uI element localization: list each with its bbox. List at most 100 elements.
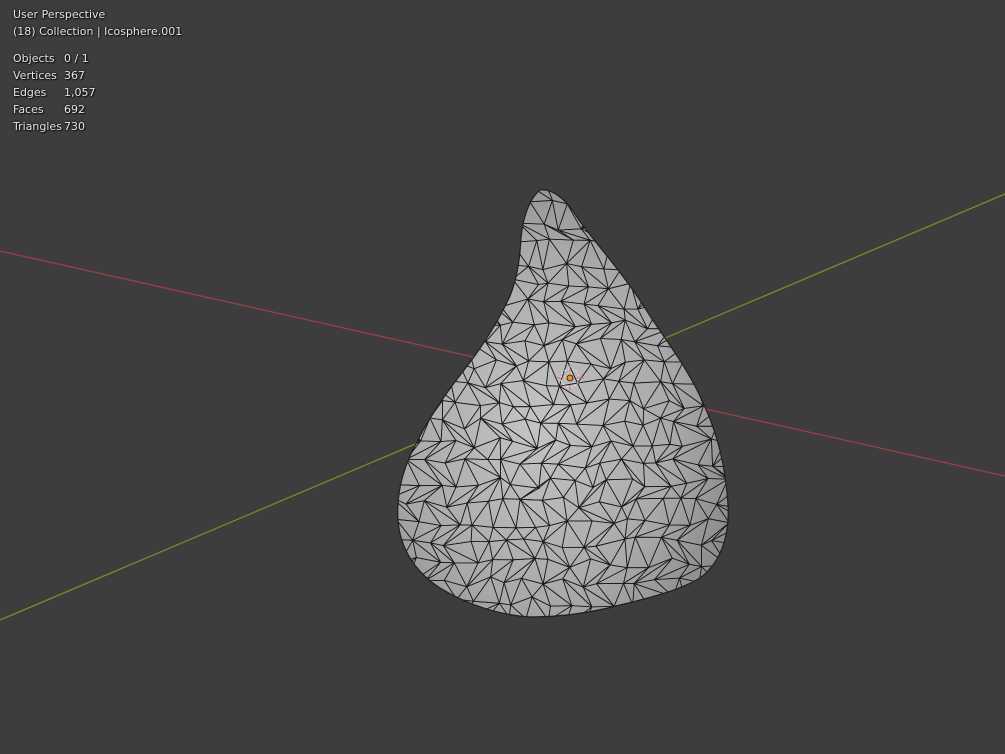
mesh-face bbox=[422, 303, 442, 327]
mesh-face bbox=[707, 596, 721, 617]
mesh-face bbox=[639, 259, 659, 282]
mesh-face bbox=[426, 262, 460, 291]
mesh-face bbox=[690, 261, 703, 286]
mesh-face bbox=[403, 282, 415, 307]
mesh-face bbox=[418, 239, 443, 264]
mesh-face bbox=[397, 238, 420, 267]
mesh-face bbox=[426, 361, 460, 382]
mesh-face bbox=[614, 189, 649, 210]
mesh-face bbox=[679, 200, 710, 228]
mesh-face bbox=[712, 209, 729, 229]
mesh-face bbox=[397, 341, 409, 370]
mesh-face bbox=[697, 242, 722, 265]
mesh-face bbox=[487, 226, 514, 244]
mesh-face bbox=[458, 262, 479, 282]
mesh-face bbox=[692, 189, 724, 209]
mesh-face bbox=[462, 201, 498, 225]
mesh-face bbox=[403, 304, 429, 327]
mesh-face bbox=[601, 223, 617, 245]
mesh-face bbox=[682, 337, 703, 364]
mesh-face bbox=[407, 360, 429, 387]
mesh-face bbox=[688, 242, 705, 265]
mesh-face bbox=[465, 280, 494, 302]
mesh-face bbox=[716, 284, 729, 310]
mesh-face bbox=[397, 578, 423, 607]
mesh-face bbox=[404, 580, 426, 607]
mesh-face bbox=[453, 324, 473, 341]
mesh-face bbox=[465, 300, 502, 327]
mesh-face bbox=[665, 245, 691, 266]
mesh-face bbox=[506, 189, 531, 208]
mesh-face bbox=[401, 385, 425, 408]
mesh-face bbox=[486, 203, 519, 229]
mesh-face bbox=[682, 319, 706, 349]
mesh-face bbox=[643, 189, 659, 211]
mesh-face bbox=[691, 280, 727, 308]
mesh-face bbox=[451, 298, 474, 327]
mesh-face bbox=[495, 189, 518, 207]
mesh-face bbox=[466, 263, 493, 285]
mesh-face bbox=[672, 596, 688, 617]
mesh-face bbox=[701, 348, 724, 368]
mesh-face bbox=[695, 362, 725, 386]
mesh-face bbox=[406, 604, 437, 617]
mesh-face bbox=[657, 259, 684, 285]
mesh-face bbox=[404, 189, 434, 210]
mesh-face bbox=[397, 261, 415, 284]
mesh-face bbox=[661, 596, 674, 617]
mesh-face bbox=[397, 385, 409, 400]
mesh-face bbox=[562, 189, 595, 208]
mesh-face bbox=[472, 226, 492, 245]
mesh-face bbox=[486, 206, 518, 231]
mesh-face bbox=[681, 262, 699, 287]
mesh-face bbox=[643, 601, 663, 617]
mesh-face bbox=[652, 219, 691, 250]
mesh-face bbox=[710, 385, 729, 400]
mesh-face bbox=[413, 282, 439, 306]
mesh-face bbox=[685, 581, 709, 608]
mesh-face bbox=[481, 263, 514, 280]
mesh-face bbox=[642, 220, 668, 250]
mesh-face bbox=[623, 221, 649, 248]
mesh-face bbox=[678, 200, 710, 230]
mesh-face bbox=[427, 239, 459, 264]
mesh-face bbox=[712, 219, 729, 241]
mesh-face bbox=[406, 380, 444, 402]
mesh-face bbox=[440, 222, 458, 242]
mesh-face bbox=[660, 282, 693, 305]
mesh-face bbox=[397, 417, 421, 442]
mesh-face bbox=[712, 227, 729, 250]
mesh-face bbox=[652, 201, 686, 228]
mesh-face bbox=[397, 605, 424, 617]
mesh-face bbox=[445, 201, 477, 224]
mesh-face bbox=[397, 225, 420, 250]
mesh-face bbox=[665, 264, 692, 286]
mesh-face bbox=[447, 324, 468, 341]
mesh-face bbox=[440, 299, 456, 327]
mesh-face bbox=[639, 246, 668, 270]
mesh-face bbox=[562, 189, 594, 207]
mesh-face bbox=[480, 268, 514, 286]
mesh-face bbox=[482, 189, 508, 205]
mesh-face bbox=[399, 360, 415, 388]
mesh-face bbox=[642, 207, 654, 223]
mesh-face bbox=[397, 206, 413, 230]
mesh-face bbox=[632, 601, 647, 617]
mesh-face bbox=[501, 205, 520, 231]
mesh-face bbox=[428, 218, 447, 242]
mesh-face bbox=[427, 208, 456, 224]
mesh-face bbox=[709, 366, 729, 388]
mesh-face bbox=[615, 207, 649, 229]
mesh-face bbox=[697, 227, 714, 244]
mesh-face bbox=[577, 189, 607, 208]
mesh-face bbox=[397, 398, 413, 429]
mesh-face bbox=[436, 279, 460, 301]
mesh-face bbox=[406, 604, 439, 617]
icosphere-mesh[interactable] bbox=[385, 180, 749, 627]
viewport-scene[interactable] bbox=[0, 0, 1005, 754]
3d-viewport[interactable]: User Perspective (18) Collection | Icosp… bbox=[0, 0, 1005, 754]
mesh-face bbox=[681, 245, 699, 266]
mesh-face bbox=[652, 201, 685, 222]
mesh-face bbox=[640, 248, 667, 269]
mesh-face bbox=[411, 209, 434, 227]
